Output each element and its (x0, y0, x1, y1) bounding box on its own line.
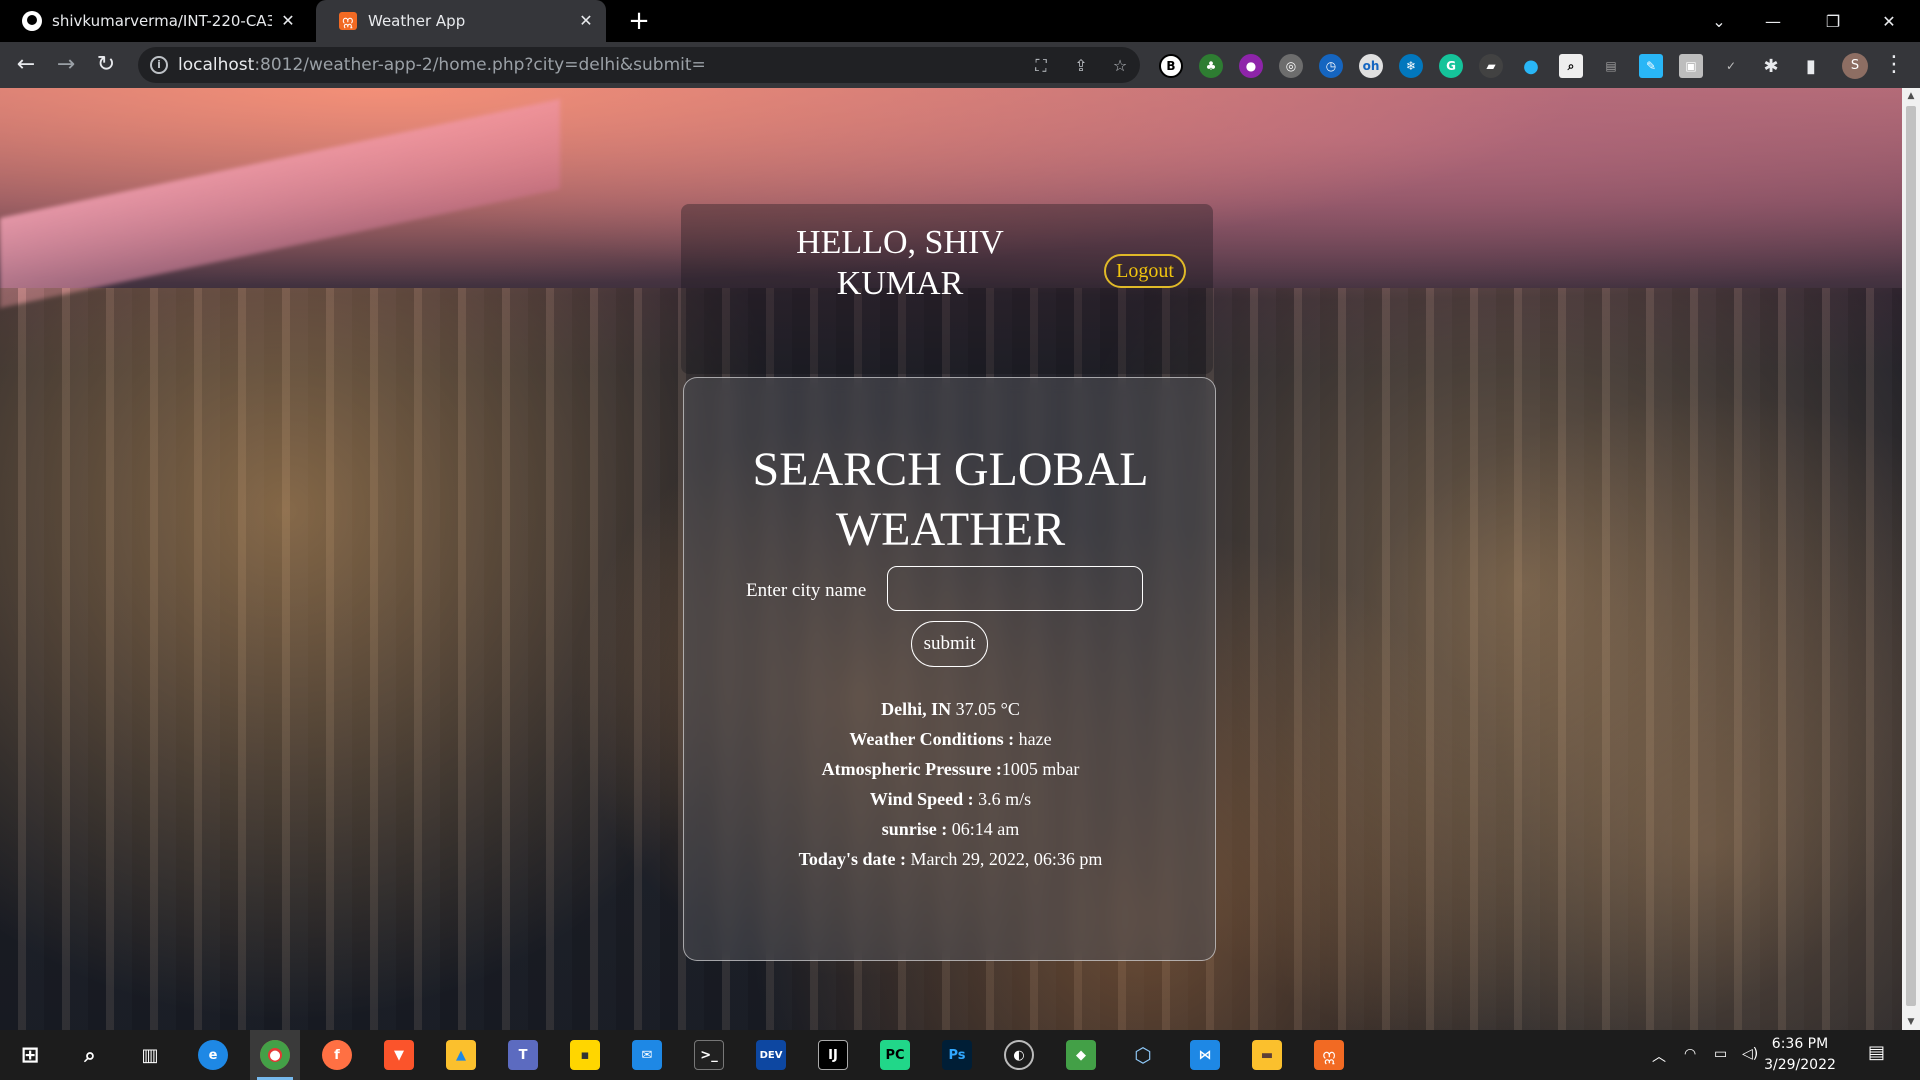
scroll-thumb[interactable] (1906, 106, 1916, 1006)
logout-button[interactable]: Logout (1104, 254, 1186, 288)
photoshop-icon[interactable]: Ps (942, 1040, 972, 1070)
city-input[interactable] (887, 566, 1143, 611)
result-date: Today's date : March 29, 2022, 06:36 pm (798, 849, 1103, 869)
vscode-icon[interactable]: ⋈ (1190, 1040, 1220, 1070)
city-label: Enter city name (746, 580, 867, 601)
result-location: Delhi, IN 37.05 °C (881, 699, 1020, 719)
xampp-icon[interactable]: ဣ (1314, 1040, 1344, 1070)
extension-dark-icon[interactable]: ▰ (1479, 54, 1503, 78)
close-icon[interactable]: ✕ (278, 11, 298, 31)
submit-button[interactable]: submit (911, 621, 988, 667)
firefox-icon[interactable]: f (322, 1040, 352, 1070)
extension-doc-icon[interactable]: ▤ (1599, 54, 1623, 78)
background-river (0, 98, 560, 308)
result-sunrise: sunrise : 06:14 am (881, 819, 1020, 839)
extension-check-icon[interactable]: ✓ (1719, 54, 1743, 78)
page-scrollbar[interactable]: ▲ ▼ (1902, 88, 1920, 1030)
close-window-icon[interactable]: ✕ (1866, 0, 1912, 42)
windows-taskbar: ⊞ ⌕ ▥ e ● f ▼ ▲ T ▪ ✉ >_ DEV IJ PC Ps ◐ … (0, 1030, 1920, 1080)
chrome-icon[interactable]: ● (260, 1040, 290, 1070)
reload-icon[interactable]: ↻ (90, 49, 122, 81)
scroll-down-icon[interactable]: ▼ (1902, 1014, 1920, 1030)
tab-github[interactable]: shivkumarverma/INT-220-CA3-w ✕ (0, 0, 308, 42)
profile-avatar[interactable]: S (1842, 53, 1868, 79)
brave-icon[interactable]: ▼ (384, 1040, 414, 1070)
tab-search-icon[interactable]: ⌄ (1696, 0, 1742, 42)
file-explorer-icon[interactable]: ▬ (1252, 1040, 1282, 1070)
minimize-icon[interactable]: — (1750, 0, 1796, 42)
github-icon (22, 11, 42, 31)
extension-owl-icon[interactable]: ◎ (1279, 54, 1303, 78)
intellij-icon[interactable]: IJ (818, 1040, 848, 1070)
share-icon[interactable]: ⇪ (1071, 56, 1091, 76)
weather-card: SEARCH GLOBAL WEATHER Enter city name su… (683, 377, 1216, 961)
result-pressure: Atmospheric Pressure :1005 mbar (821, 759, 1080, 779)
dev-icon[interactable]: DEV (756, 1040, 786, 1070)
obs-icon[interactable]: ◐ (1004, 1040, 1034, 1070)
bookmark-star-icon[interactable]: ☆ (1110, 56, 1130, 76)
result-conditions: Weather Conditions : haze (849, 729, 1052, 749)
tab-title: Weather App (368, 12, 466, 30)
show-hidden-icons-icon[interactable]: ︿ (1652, 1046, 1666, 1066)
browser-toolbar: ← → ↻ i localhost:8012/weather-app-2/hom… (0, 42, 1920, 88)
wifi-icon[interactable]: ◠ (1684, 1046, 1696, 1062)
extension-b-icon[interactable]: B (1159, 54, 1183, 78)
site-info-icon[interactable]: i (150, 56, 168, 74)
extension-grey-icon[interactable]: ▣ (1679, 54, 1703, 78)
back-icon[interactable]: ← (10, 49, 42, 81)
extension-clock-icon[interactable]: ◷ (1319, 54, 1343, 78)
new-tab-button[interactable]: + (624, 6, 654, 36)
translate-icon[interactable]: ⛶ (1031, 56, 1051, 76)
page-viewport: HELLO, SHIV KUMAR Logout SEARCH GLOBAL W… (0, 88, 1902, 1030)
battery-icon[interactable]: ▭ (1714, 1046, 1727, 1062)
edge-icon[interactable]: e (198, 1040, 228, 1070)
scroll-up-icon[interactable]: ▲ (1902, 88, 1920, 104)
side-panel-icon[interactable]: ▮ (1799, 54, 1823, 78)
search-icon[interactable]: ⌕ (75, 1040, 105, 1070)
forward-icon[interactable]: → (50, 49, 82, 81)
url-text: localhost:8012/weather-app-2/home.php?ci… (178, 55, 706, 75)
extension-search-icon[interactable]: ⌕ (1559, 54, 1583, 78)
page-title: SEARCH GLOBAL WEATHER (752, 443, 1149, 556)
restore-icon[interactable]: ❐ (1810, 0, 1856, 42)
teams-icon[interactable]: T (508, 1040, 538, 1070)
windows-start-icon[interactable]: ⊞ (15, 1040, 45, 1070)
tab-weather-app[interactable]: ဣ Weather App ✕ (316, 0, 606, 42)
extension-snow-icon[interactable]: ❄ (1399, 54, 1423, 78)
bluestacks-icon[interactable]: ◆ (1066, 1040, 1096, 1070)
extensions-puzzle-icon[interactable]: ✱ (1759, 54, 1783, 78)
mail-icon[interactable]: ✉ (632, 1040, 662, 1070)
extension-pen-icon[interactable]: ✎ (1639, 54, 1663, 78)
extension-tree-icon[interactable]: ♣ (1199, 54, 1223, 78)
extension-purple-icon[interactable]: ● (1239, 54, 1263, 78)
3d-viewer-icon[interactable]: ⬡ (1128, 1040, 1158, 1070)
sticky-notes-icon[interactable]: ▪ (570, 1040, 600, 1070)
address-bar[interactable]: i localhost:8012/weather-app-2/home.php?… (138, 47, 1140, 83)
browser-tab-strip: shivkumarverma/INT-220-CA3-w ✕ ဣ Weather… (0, 0, 1920, 42)
notifications-icon[interactable]: ▤ (1868, 1042, 1885, 1063)
clock-date: 3/29/2022 (1764, 1057, 1836, 1073)
xampp-icon: ဣ (338, 11, 358, 31)
extension-oh-icon[interactable]: oh (1359, 54, 1383, 78)
tab-title: shivkumarverma/INT-220-CA3-w (52, 12, 272, 30)
google-drive-icon[interactable]: ▲ (446, 1040, 476, 1070)
close-icon[interactable]: ✕ (576, 11, 596, 31)
greeting-heading: HELLO, SHIV KUMAR (796, 224, 1004, 302)
extension-drop-icon[interactable]: ● (1519, 54, 1543, 78)
menu-kebab-icon[interactable]: ⋮ (1878, 49, 1910, 81)
taskbar-clock[interactable]: 6:36 PM 3/29/2022 (1755, 1034, 1845, 1076)
clock-time: 6:36 PM (1771, 1036, 1829, 1052)
task-view-icon[interactable]: ▥ (135, 1040, 165, 1070)
result-wind: Wind Speed : 3.6 m/s (869, 789, 1032, 809)
weather-results: Delhi, IN 37.05 °C Weather Conditions : … (684, 694, 1217, 874)
grammarly-icon[interactable]: G (1439, 54, 1463, 78)
terminal-icon[interactable]: >_ (694, 1040, 724, 1070)
pycharm-icon[interactable]: PC (880, 1040, 910, 1070)
